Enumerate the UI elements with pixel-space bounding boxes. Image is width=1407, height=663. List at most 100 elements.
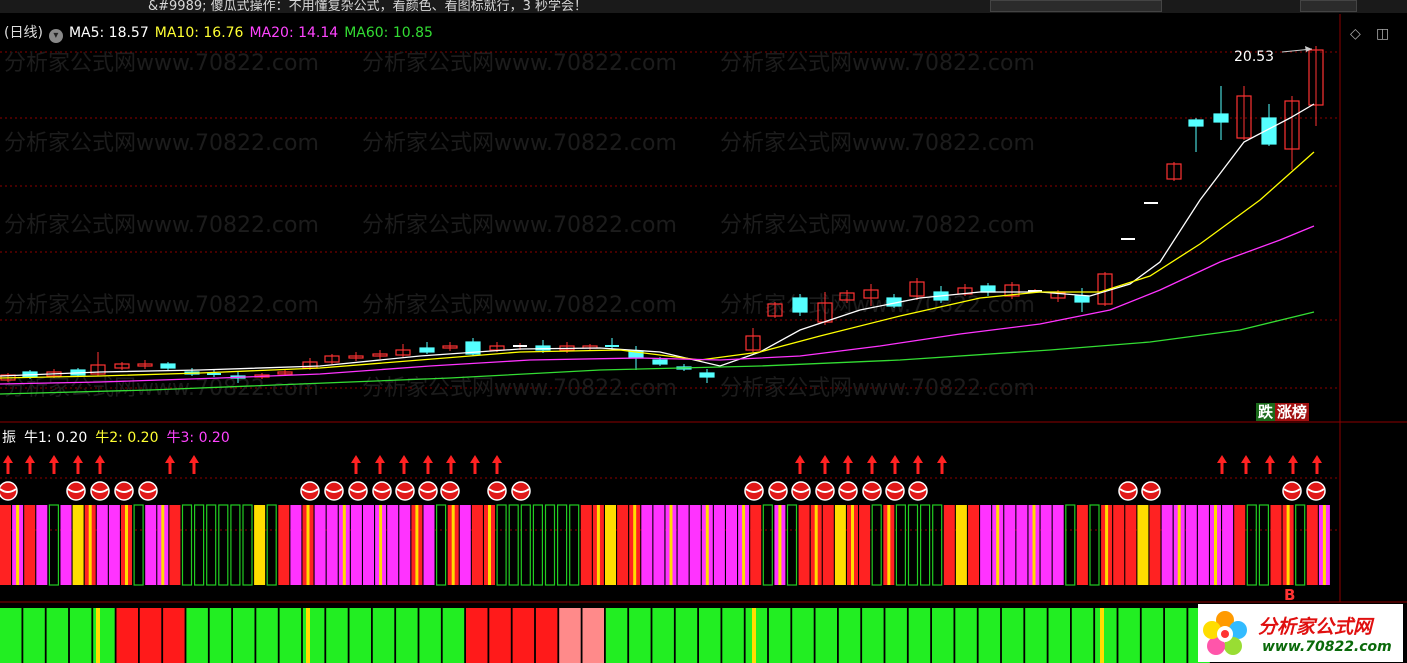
niu2-label: 牛2: 0.20 — [95, 430, 159, 446]
logo-url: www.70822.com — [1262, 639, 1392, 655]
bottom-color-blocks — [0, 608, 1210, 663]
bottom-block — [1095, 608, 1117, 663]
indicator-bar — [1258, 504, 1270, 586]
indicator-bar — [133, 504, 144, 586]
indicator-header: 振牛1: 0.20 牛2: 0.20 牛3: 0.20 — [2, 427, 238, 447]
ma20-label: MA20: 14.14 — [249, 25, 339, 41]
indicator-bar — [556, 504, 568, 586]
up-arrow-icon — [73, 455, 83, 474]
up-arrow-icon — [423, 455, 433, 474]
indicator-bar — [726, 505, 737, 585]
indicator-bar — [544, 504, 556, 586]
rank-badge[interactable]: 跌涨榜 — [1256, 401, 1310, 422]
indicator-bar — [762, 504, 773, 586]
indicator-bar — [641, 505, 653, 585]
indicator-bar — [290, 505, 302, 585]
indicator-bar — [1246, 504, 1257, 586]
chart-canvas: 分析家公式网www.70822.com 分析家公式网www.70822.com 分析… — [0, 14, 1407, 663]
zhang-label: 涨榜 — [1275, 403, 1310, 421]
bottom-block — [582, 608, 604, 663]
indicator-bars — [0, 504, 1330, 586]
indicator-bar — [605, 505, 616, 585]
up-arrow-icon — [1288, 455, 1298, 474]
bottom-block — [885, 608, 907, 663]
candle-body — [652, 359, 668, 365]
indicator-bar — [713, 505, 725, 585]
indicator-bar-stripe — [306, 505, 310, 585]
watermark-text: 分析家公式网www.70822.com — [362, 293, 677, 318]
up-arrow-icon — [49, 455, 59, 474]
indicator-bar — [1065, 504, 1076, 586]
logo-name: 分析家公式网 — [1258, 616, 1373, 638]
indicator-bar — [459, 505, 471, 585]
watermark-text: 分析家公式网www.70822.com — [4, 293, 319, 318]
indicator-bar — [508, 504, 519, 586]
bottom-block — [908, 608, 931, 663]
indicator-bar — [72, 505, 84, 585]
indicator-bar — [24, 505, 36, 585]
indicator-bar — [532, 504, 544, 586]
indicator-bar — [96, 505, 108, 585]
bottom-block — [0, 608, 22, 663]
indicator-bar — [750, 505, 762, 585]
indicator-bar — [569, 504, 580, 586]
indicator-bar-stripe — [596, 505, 600, 585]
watermark-text: 分析家公式网www.70822.com — [4, 51, 319, 76]
bottom-block — [1165, 608, 1187, 663]
indicator-bar — [859, 505, 871, 585]
indicator-bar-stripe — [1177, 505, 1181, 585]
indicator-bar-stripe — [742, 505, 746, 585]
bottom-block — [745, 608, 768, 663]
bottom-block — [629, 608, 651, 663]
candle-body — [1074, 295, 1090, 303]
watermark-text: 分析家公式网www.70822.com — [362, 131, 677, 156]
indicator-bar-stripe — [415, 505, 419, 585]
period-label[interactable]: (日线) — [4, 25, 43, 41]
indicator-bar-stripe — [16, 505, 20, 585]
bottom-block — [163, 608, 185, 663]
watermark-text: 分析家公式网www.70822.com — [720, 51, 1035, 76]
up-arrow-icon — [470, 455, 480, 474]
indicator-bar — [266, 504, 277, 586]
indicator-bar-stripe — [1286, 505, 1290, 585]
bottom-block — [139, 608, 162, 663]
indicator-bar — [834, 505, 846, 585]
bottom-stripe — [306, 608, 310, 663]
indicator-bar — [145, 505, 157, 585]
panel-toggle-icon[interactable]: ◫ — [1376, 26, 1389, 42]
indicator-bar — [1197, 505, 1209, 585]
indicator-bar — [218, 504, 229, 586]
bottom-block — [535, 608, 558, 663]
indicator-bar — [1222, 505, 1234, 585]
up-arrow-icon — [1312, 455, 1322, 474]
indicator-bar — [907, 504, 919, 586]
indicator-bar-stripe — [342, 505, 346, 585]
bottom-block — [419, 608, 441, 663]
dropdown-icon[interactable]: ▾ — [48, 29, 63, 43]
bottom-block — [559, 608, 581, 663]
indicator-bar — [653, 505, 665, 585]
bottom-block — [1025, 608, 1047, 663]
bottom-block — [1141, 608, 1164, 663]
bottom-block — [932, 608, 954, 663]
indicator-bar — [786, 504, 798, 586]
bottom-block — [699, 608, 721, 663]
indicator-bar-stripe — [633, 505, 637, 585]
peak-price-label: 20.53 — [1234, 49, 1275, 65]
indicator-bar — [194, 504, 205, 586]
bottom-block — [815, 608, 837, 663]
indicator-bar-stripe — [959, 505, 963, 585]
indicator-bar — [1161, 505, 1173, 585]
bottom-block — [396, 608, 418, 663]
candle-body — [699, 372, 715, 378]
bottom-block — [69, 608, 92, 663]
indicator-bar — [108, 505, 120, 585]
indicator-bar — [1052, 505, 1064, 585]
watermark-text: 分析家公式网www.70822.com — [720, 376, 1035, 401]
indicator-bar — [677, 505, 689, 585]
indicator-bar — [1295, 504, 1306, 586]
bottom-stripe — [96, 608, 100, 663]
bottom-block — [209, 608, 232, 663]
diamond-icon[interactable]: ◇ — [1350, 26, 1361, 42]
up-arrow-icon — [3, 455, 13, 474]
